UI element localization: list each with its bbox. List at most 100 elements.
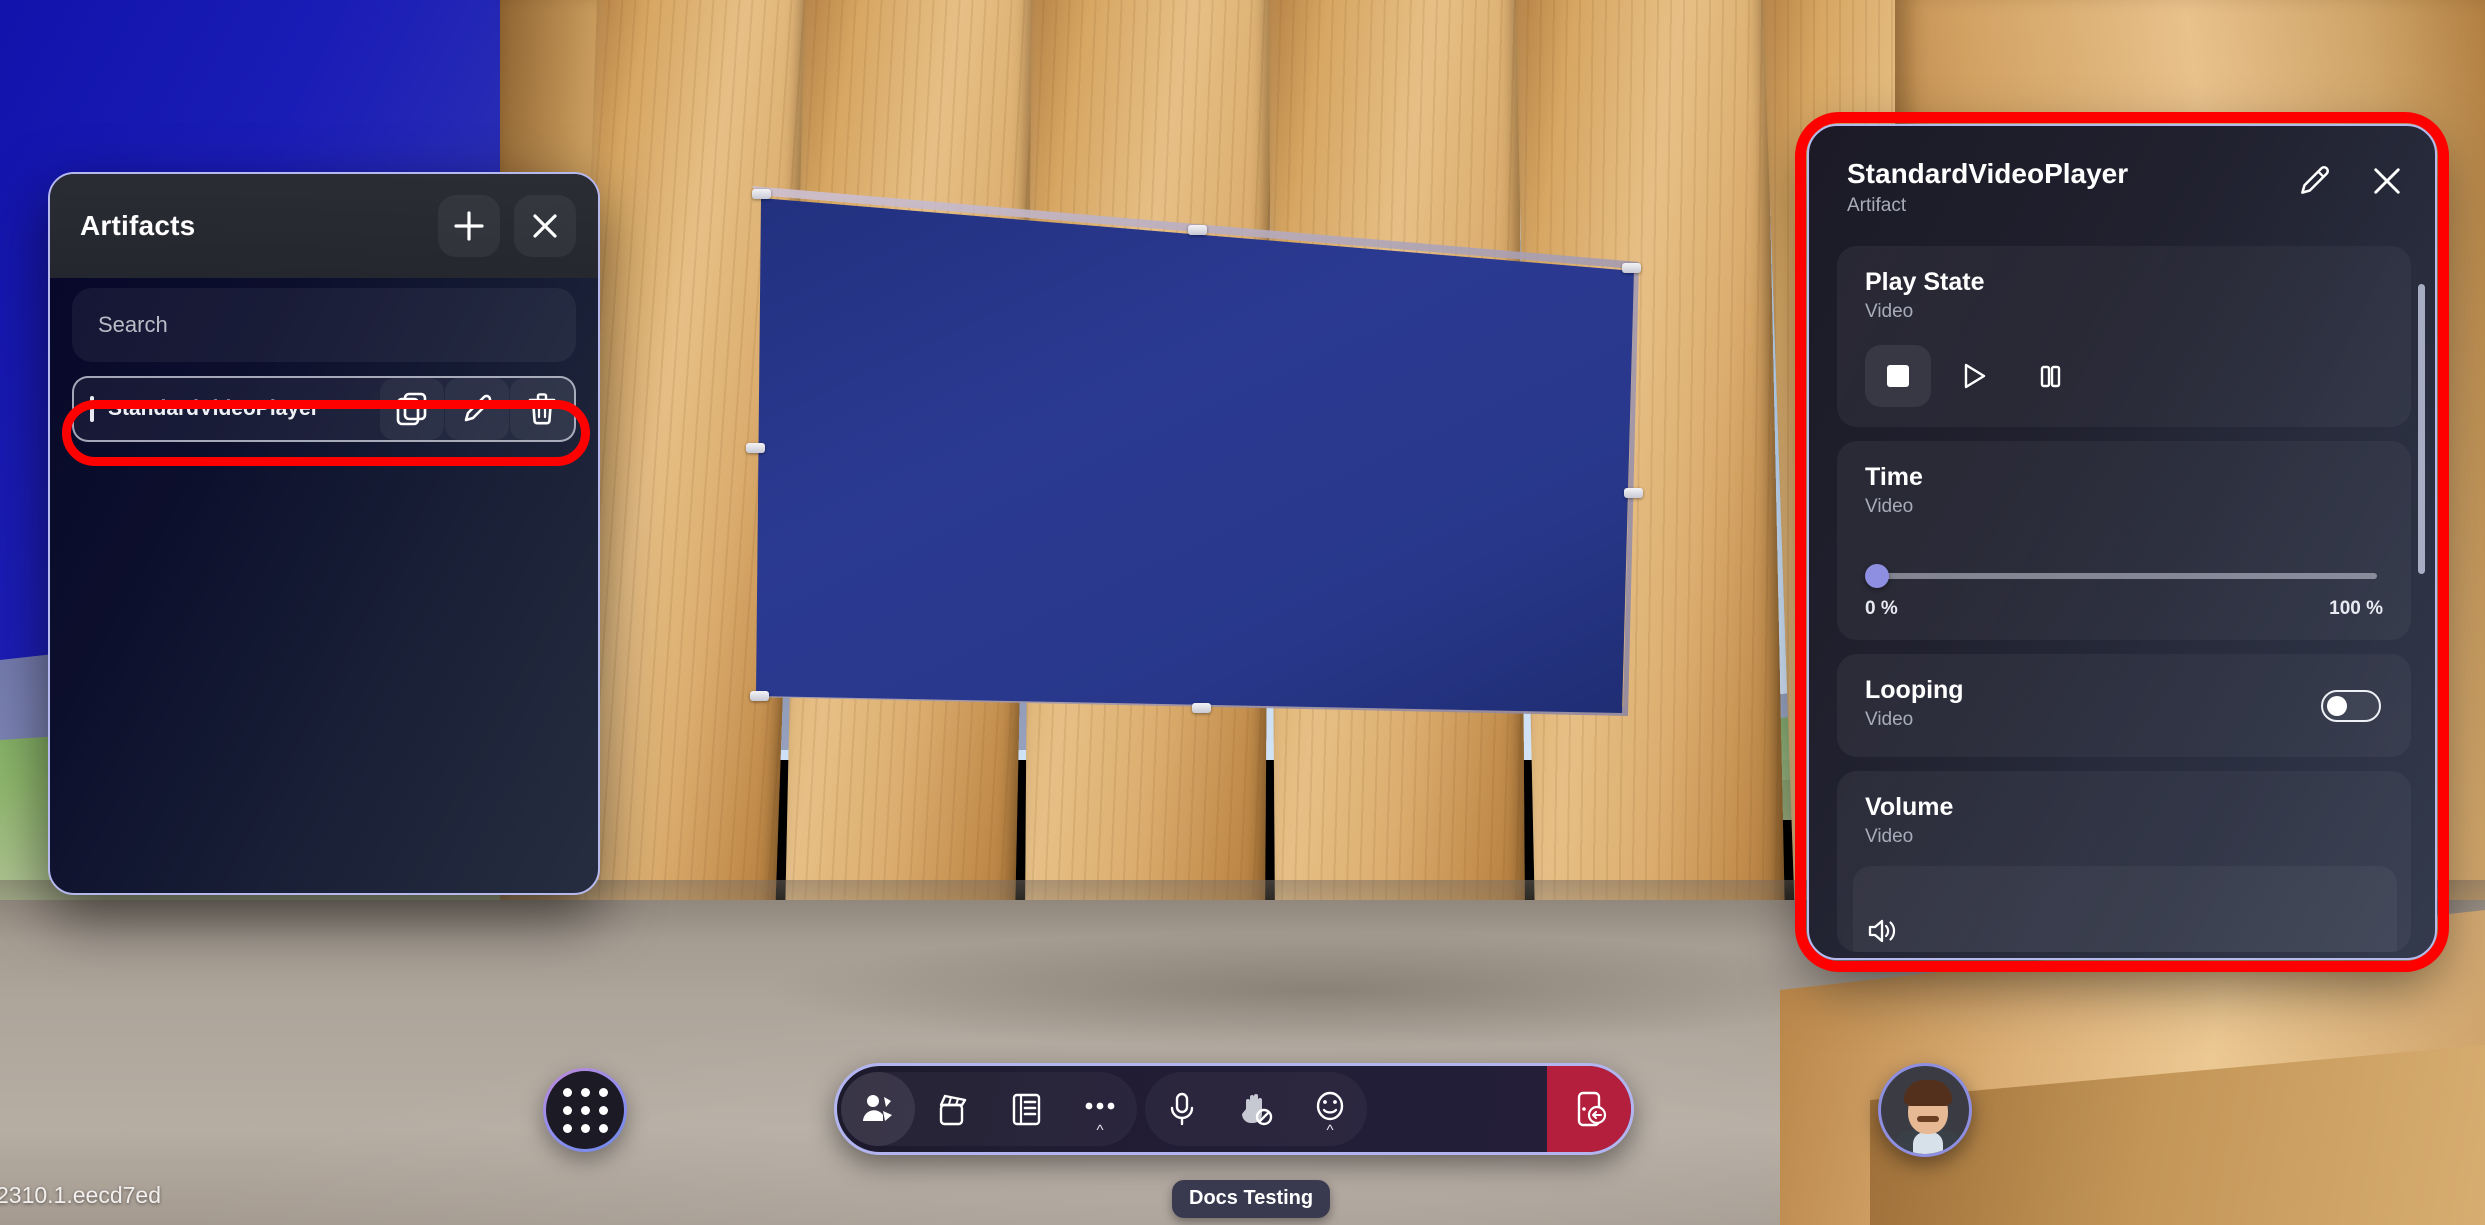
property-source: Video <box>1865 826 1914 847</box>
artifacts-list: StandardVideoPlayer <box>50 362 598 442</box>
close-properties-button[interactable] <box>2369 163 2405 204</box>
toolbar-group-right: ^ <box>1145 1072 1367 1146</box>
time-slider[interactable] <box>1865 564 2383 588</box>
board-handle-tc[interactable] <box>1188 225 1207 235</box>
play-state-buttons <box>1865 345 2383 407</box>
property-source: Video <box>1865 496 1914 517</box>
pause-button[interactable] <box>2017 345 2083 407</box>
property-label: Time <box>1865 463 1923 491</box>
play-button[interactable] <box>1941 345 2007 407</box>
close-icon <box>2374 168 2400 194</box>
edit-artifact-button[interactable] <box>445 378 509 440</box>
list-item[interactable]: StandardVideoPlayer <box>72 376 576 442</box>
reactions-icon <box>1316 1091 1344 1120</box>
delete-artifact-button[interactable] <box>510 378 574 440</box>
search-placeholder: Search <box>98 312 168 337</box>
floor-shadow <box>760 930 1880 1050</box>
notes-button[interactable] <box>989 1072 1063 1146</box>
page-title: StandardVideoPlayer <box>1847 158 2129 189</box>
stop-button[interactable] <box>1865 345 1931 407</box>
time-slider-track <box>1871 573 2377 579</box>
raise-hand-button[interactable] <box>1219 1072 1293 1146</box>
people-icon <box>863 1095 892 1121</box>
leave-button[interactable] <box>1547 1066 1631 1152</box>
property-volume: Volume Video <box>1837 771 2411 952</box>
property-source: Video <box>1865 709 1914 730</box>
stop-icon <box>1887 365 1909 387</box>
board-handle-tl[interactable] <box>752 189 771 199</box>
notes-icon <box>1012 1093 1041 1126</box>
video-board-surface <box>756 198 1634 713</box>
properties-panel: StandardVideoPlayer Artifact Play State … <box>1807 124 2437 960</box>
time-slider-labels: 0 % 100 % <box>1865 598 2383 620</box>
properties-title-group: StandardVideoPlayer Artifact <box>1847 158 2128 217</box>
board-handle-tr[interactable] <box>1622 263 1641 273</box>
properties-subtitle: Artifact <box>1847 195 1907 217</box>
selection-indicator <box>90 396 94 422</box>
avatar-hair <box>1904 1080 1952 1106</box>
artifact-row-actions <box>380 378 574 440</box>
leave-icon <box>1577 1091 1607 1127</box>
time-slider-handle[interactable] <box>1865 564 1889 588</box>
search-input[interactable]: Search <box>72 288 576 362</box>
more-button[interactable]: ^ <box>1063 1072 1137 1146</box>
property-looping: Looping Video <box>1837 654 2411 757</box>
pencil-icon <box>2301 165 2330 194</box>
speaker-icon <box>1868 919 1896 943</box>
board-handle-mr[interactable] <box>1624 488 1643 498</box>
app-grid-button[interactable] <box>543 1068 627 1152</box>
artifacts-panel: Artifacts Search StandardVideoPlayer <box>48 172 600 895</box>
toolbar-tooltip: Docs Testing <box>1172 1180 1331 1218</box>
people-button[interactable] <box>841 1072 915 1146</box>
property-play-state: Play State Video <box>1837 246 2411 427</box>
microphone-icon <box>1170 1092 1194 1126</box>
property-source: Video <box>1865 301 1914 322</box>
time-min-label: 0 % <box>1865 598 1898 619</box>
property-time: Time Video 0 % 100 % <box>1837 441 2411 640</box>
property-label: Looping <box>1865 676 1964 704</box>
artifacts-panel-title: Artifacts <box>80 210 196 241</box>
properties-scrollbar[interactable] <box>2418 284 2425 574</box>
delete-icon <box>528 393 556 425</box>
artifacts-header-buttons <box>438 195 576 257</box>
bottom-toolbar: ^ ^ <box>834 1063 1634 1155</box>
toolbar-group-left: ^ <box>841 1072 1137 1146</box>
close-artifacts-button[interactable] <box>514 195 576 257</box>
property-label: Play State <box>1865 268 1985 296</box>
board-handle-ml[interactable] <box>746 443 765 453</box>
duplicate-icon <box>396 392 427 426</box>
app-root: Artifacts Search StandardVideoPlayer Sta… <box>0 0 2485 1225</box>
artifacts-search-wrapper: Search <box>50 278 598 362</box>
add-artifact-button[interactable] <box>438 195 500 257</box>
clapperboard-icon <box>939 1094 967 1126</box>
duplicate-artifact-button[interactable] <box>380 378 444 440</box>
microphone-button[interactable] <box>1145 1072 1219 1146</box>
self-avatar[interactable] <box>1878 1063 1972 1157</box>
media-button[interactable] <box>915 1072 989 1146</box>
edit-artifact-properties-button[interactable] <box>2295 162 2333 205</box>
looping-toggle[interactable] <box>2321 689 2381 722</box>
video-board[interactable] <box>746 183 1643 716</box>
properties-panel-header: StandardVideoPlayer Artifact <box>1809 126 2435 235</box>
board-handle-bc[interactable] <box>1192 703 1211 713</box>
properties-list: Play State Video Time Video 0 % 100 % Lo… <box>1809 246 2435 958</box>
chevron-up-icon: ^ <box>1096 1122 1104 1139</box>
avatar-shirt <box>1913 1132 1943 1154</box>
properties-header-actions <box>2295 158 2405 205</box>
version-label: 2310.1.eecd7ed <box>0 1182 161 1208</box>
time-max-label: 100 % <box>2329 598 2383 619</box>
artifact-name: StandardVideoPlayer <box>108 397 319 420</box>
reactions-button[interactable]: ^ <box>1293 1072 1367 1146</box>
pause-icon <box>2040 365 2061 388</box>
looping-toggle-knob <box>2327 695 2347 716</box>
volume-control[interactable] <box>1853 866 2397 952</box>
raise-hand-muted-icon <box>1242 1094 1273 1126</box>
chevron-up-icon: ^ <box>1326 1122 1334 1139</box>
artifacts-panel-header: Artifacts <box>50 174 598 278</box>
grid-9-dots-icon <box>562 1087 608 1133</box>
edit-icon <box>464 394 492 422</box>
more-icon <box>1085 1102 1115 1110</box>
board-handle-bl[interactable] <box>750 691 769 701</box>
close-icon <box>533 214 557 238</box>
property-label: Volume <box>1865 793 1954 821</box>
